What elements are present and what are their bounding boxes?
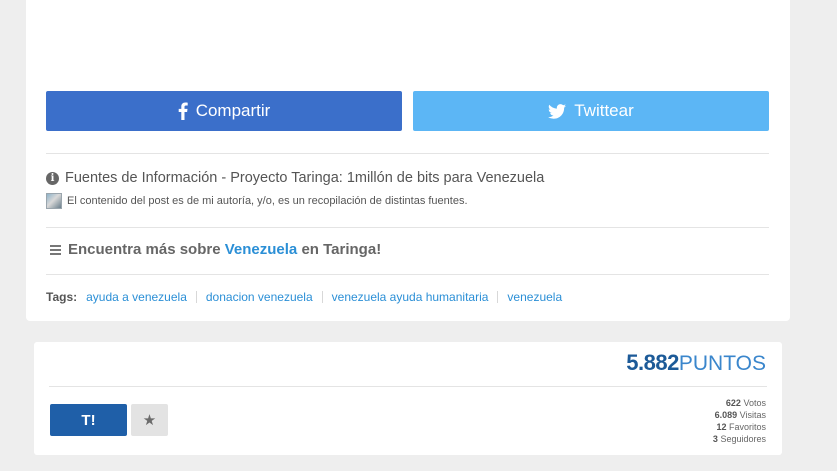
stat-votes: 622 Votos — [725, 398, 766, 408]
facebook-icon — [178, 102, 188, 120]
twitter-share-button[interactable]: Twittear — [413, 91, 769, 131]
more-suffix: en Taringa! — [301, 241, 382, 258]
tags-row: Tags: ayuda a venezuela donacion venezue… — [46, 290, 562, 304]
tag-link[interactable]: venezuela — [507, 290, 562, 304]
tag-separator — [497, 291, 499, 303]
sources-line: i Fuentes de Información - Proyecto Tari… — [46, 170, 544, 186]
facebook-share-button[interactable]: Compartir — [46, 91, 402, 131]
stat-followers: 3 Seguidores — [712, 434, 766, 444]
author-note: El contenido del post es de mi autoría, … — [67, 195, 468, 207]
more-about-line: Encuentra más sobre Venezuela en Taringa… — [50, 241, 381, 258]
points-label: PUNTOS — [678, 352, 766, 375]
sources-title: Fuentes de Información - Proyecto Taring… — [65, 170, 545, 186]
stat-visits: 6.089 Visitas — [714, 410, 766, 420]
divider — [46, 274, 769, 275]
points-value: 5.882 — [626, 350, 679, 375]
divider — [49, 386, 767, 387]
tag-separator — [321, 291, 323, 303]
stat-favorites: 12 Favoritos — [716, 422, 766, 432]
star-icon: ★ — [142, 412, 157, 429]
divider — [46, 227, 769, 228]
tags-label: Tags: — [46, 290, 78, 304]
tag-link[interactable]: venezuela ayuda humanitaria — [332, 290, 489, 304]
author-avatar — [46, 193, 62, 209]
info-icon: i — [46, 171, 59, 185]
post-footer-card — [26, 0, 790, 321]
author-note-line: El contenido del post es de mi autoría, … — [46, 193, 468, 209]
post-stats: 622 Votos 6.089 Visitas 12 Favoritos 3 S… — [713, 397, 766, 445]
tag-link[interactable]: donacion venezuela — [206, 290, 313, 304]
list-icon — [50, 244, 61, 255]
divider — [46, 153, 769, 154]
vote-points-button[interactable]: T! — [50, 404, 127, 436]
more-prefix: Encuentra más sobre — [68, 241, 221, 258]
more-topic-link[interactable]: Venezuela — [225, 241, 298, 258]
twitter-share-label: Twittear — [574, 101, 634, 120]
points-display: 5.882 PUNTOS — [626, 350, 766, 376]
tag-separator — [195, 291, 197, 303]
facebook-share-label: Compartir — [195, 101, 271, 120]
twitter-icon — [548, 103, 567, 119]
tag-link[interactable]: ayuda a venezuela — [86, 290, 187, 304]
favorite-button[interactable]: ★ — [131, 404, 168, 436]
